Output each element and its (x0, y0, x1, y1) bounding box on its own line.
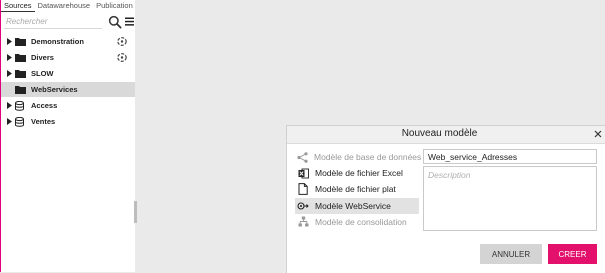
tree-item-label: Demonstration (31, 37, 84, 46)
description-textarea[interactable] (423, 166, 597, 231)
close-icon[interactable] (594, 130, 602, 138)
tree-item-access[interactable]: Access (1, 98, 135, 113)
model-option-label: Modèle WebService (315, 200, 391, 211)
search-icon[interactable] (108, 15, 122, 29)
excel-icon (297, 167, 309, 179)
expand-caret-icon[interactable] (5, 54, 13, 61)
model-option-label: Modèle de consolidation (315, 216, 407, 227)
model-option-label: Modèle de base de données (314, 152, 422, 162)
tab-datawarehouse[interactable]: Datawarehouse (35, 1, 94, 12)
database-icon (15, 116, 26, 127)
expand-caret-icon[interactable] (5, 118, 13, 125)
model-option-label: Modèle de fichier plat (315, 184, 396, 195)
dialog-title: Nouveau modèle (401, 128, 478, 139)
folder-icon (15, 69, 26, 79)
expand-caret-icon[interactable] (5, 38, 13, 45)
tree-item-demonstration[interactable]: Demonstration (1, 34, 135, 49)
tree-item-label: Ventes (31, 117, 56, 126)
tree-item-label: WebServices (31, 85, 78, 94)
create-button[interactable]: CREER (548, 244, 597, 264)
model-option-consolidation[interactable]: Modèle de consolidation (295, 214, 419, 230)
tree-item-slow[interactable]: SLOW (1, 66, 135, 81)
model-option-label: Modèle de fichier Excel (315, 168, 403, 179)
model-option-excel[interactable]: Modèle de fichier Excel (295, 165, 419, 181)
tree-item-label: Access (31, 101, 58, 110)
tree-item-divers[interactable]: Divers (1, 50, 135, 65)
model-option-webservice[interactable]: Modèle WebService (295, 197, 419, 214)
expand-caret-icon[interactable] (5, 102, 13, 109)
tree-item-webservices[interactable]: WebServices (1, 82, 135, 97)
model-option-flat-file[interactable]: Modèle de fichier plat (295, 181, 419, 197)
file-icon (297, 183, 309, 196)
folder-icon (15, 53, 26, 63)
search-input[interactable] (4, 14, 102, 29)
tab-publication[interactable]: Publication (93, 1, 136, 12)
sync-status-icon (117, 37, 127, 46)
source-tree: Demonstration Divers SLOW WebServices Ac… (1, 34, 135, 130)
model-type-list: Modèle de base de données Modèle de fich… (295, 149, 422, 230)
dialog-header: Nouveau modèle (287, 126, 605, 144)
database-icon (15, 100, 26, 111)
webservice-icon (297, 200, 309, 212)
folder-icon (15, 85, 26, 95)
expand-caret-icon[interactable] (5, 70, 13, 77)
new-model-dialog: Nouveau modèle Modèle de base de données… (286, 125, 605, 273)
tree-item-label: SLOW (31, 69, 54, 78)
sync-status-icon (117, 53, 127, 62)
sidebar: Sources Datawarehouse Publication Demons… (1, 0, 137, 272)
folder-icon (15, 37, 26, 47)
model-name-input[interactable] (423, 149, 597, 164)
panel-splitter[interactable] (134, 201, 137, 223)
sidebar-tabs: Sources Datawarehouse Publication (1, 0, 135, 12)
share-nodes-icon (297, 151, 308, 163)
search-row (4, 14, 134, 30)
hierarchy-icon (297, 216, 309, 228)
model-option-database[interactable]: Modèle de base de données (295, 149, 422, 165)
menu-icon[interactable] (124, 16, 135, 27)
tree-item-label: Divers (31, 53, 54, 62)
cancel-button[interactable]: ANNULER (480, 244, 542, 264)
tree-item-ventes[interactable]: Ventes (1, 114, 135, 129)
tab-sources[interactable]: Sources (1, 1, 35, 12)
